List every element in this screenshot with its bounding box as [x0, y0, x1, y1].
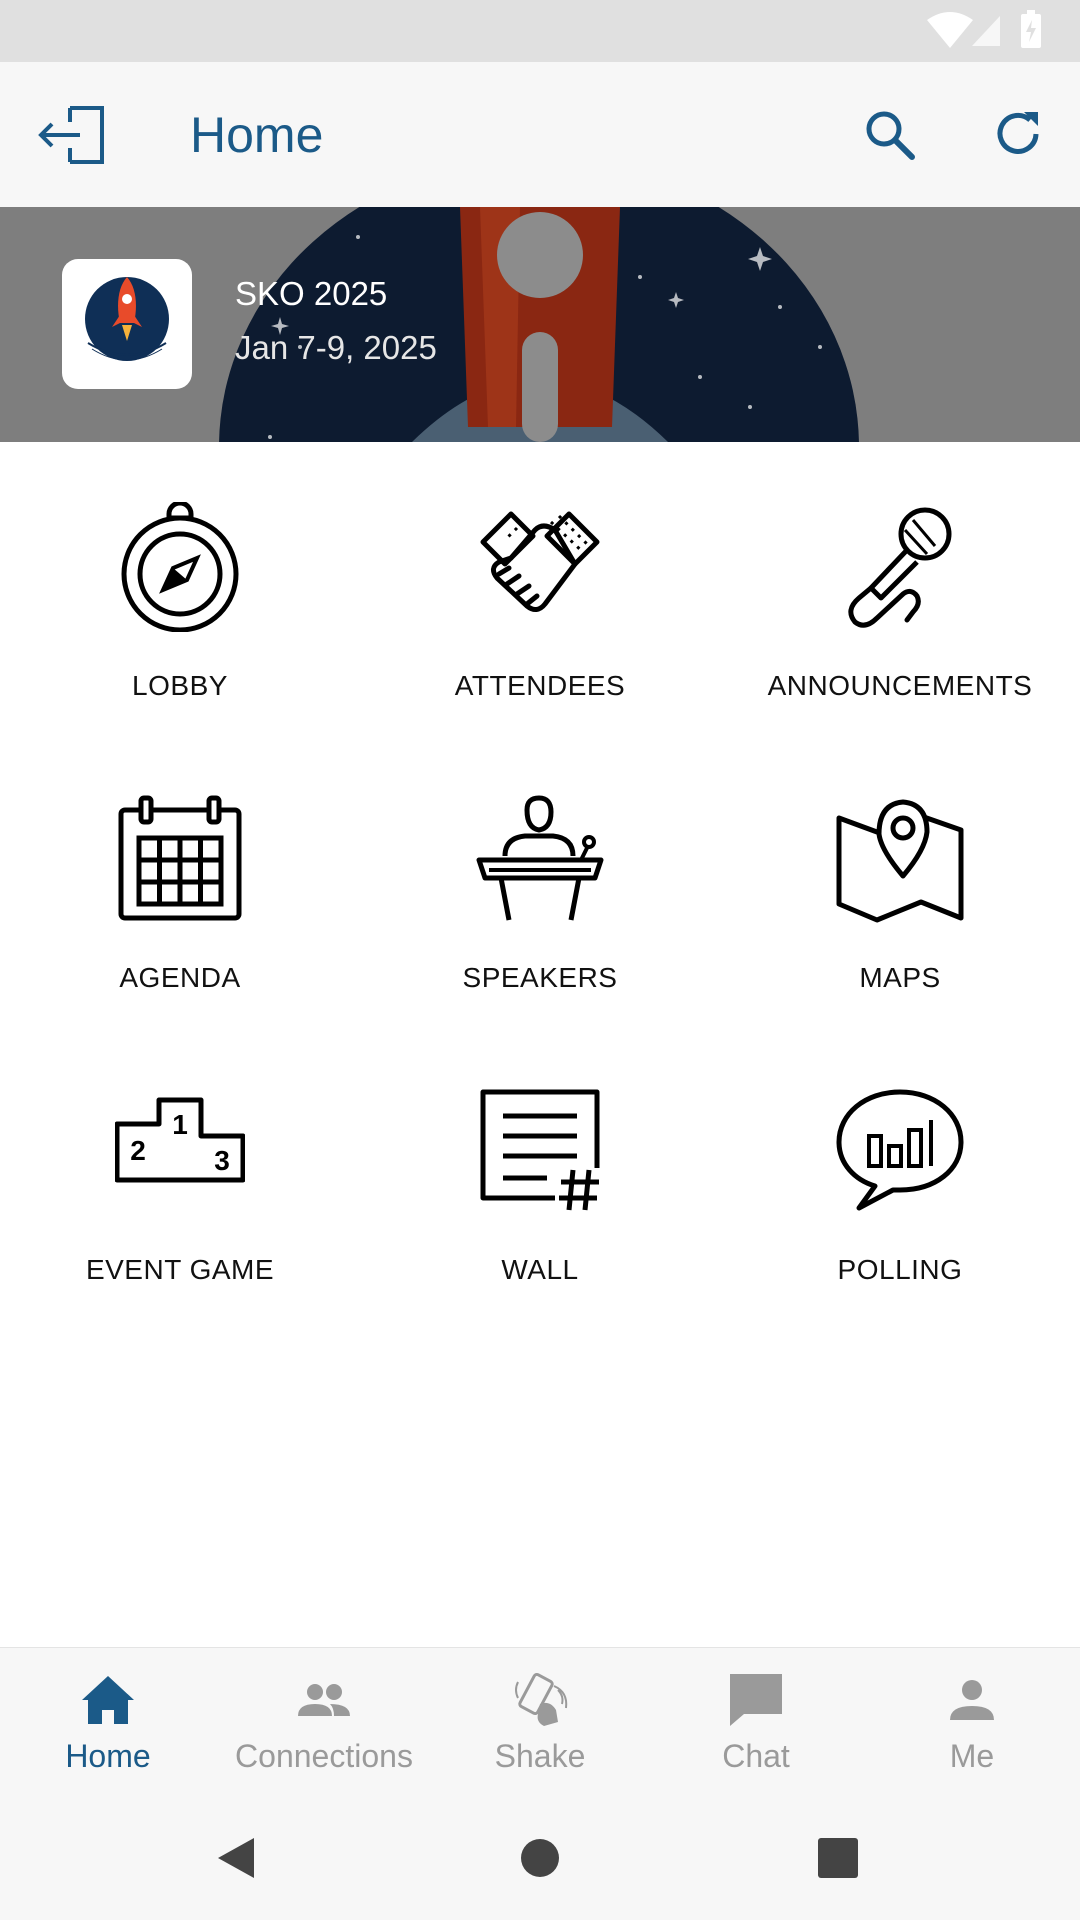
wall-post-hashtag-icon	[480, 1089, 600, 1211]
nav-connections[interactable]: Connections	[216, 1648, 432, 1793]
back-icon[interactable]	[214, 1836, 258, 1880]
nav-shake[interactable]: Shake	[432, 1648, 648, 1793]
nav-me[interactable]: Me	[864, 1648, 1080, 1793]
tile-label: LOBBY	[132, 670, 228, 701]
tile-wall[interactable]: WALL	[360, 1026, 720, 1318]
page-title: Home	[190, 107, 324, 163]
people-icon	[298, 1684, 350, 1716]
person-icon	[950, 1680, 994, 1720]
nav-label: Home	[65, 1738, 151, 1774]
refresh-icon[interactable]	[990, 106, 1046, 162]
chat-bubble-icon	[730, 1674, 782, 1726]
home-icon	[82, 1676, 134, 1724]
home-circle-icon[interactable]	[520, 1838, 560, 1878]
nav-label: Shake	[494, 1738, 586, 1774]
tile-polling[interactable]: POLLING	[720, 1026, 1080, 1318]
svg-text:1: 1	[172, 1109, 188, 1140]
nav-chat[interactable]: Chat	[648, 1648, 864, 1793]
microphone-icon	[848, 507, 952, 628]
tile-agenda[interactable]: AGENDA	[0, 734, 360, 1026]
tile-label: WALL	[501, 1254, 579, 1285]
nav-label: Me	[949, 1738, 995, 1774]
logout-icon[interactable]	[36, 102, 106, 168]
recents-square-icon[interactable]	[818, 1838, 858, 1878]
svg-text:3: 3	[214, 1145, 230, 1176]
tile-attendees[interactable]: ATTENDEES	[360, 442, 720, 734]
tile-announcements[interactable]: ANNOUNCEMENTS	[720, 442, 1080, 734]
battery-icon	[1021, 10, 1041, 48]
event-banner[interactable]: SKO 2025 Jan 7-9, 2025	[0, 207, 1080, 442]
chat-bar-chart-icon	[836, 1089, 964, 1211]
event-dates: Jan 7-9, 2025	[235, 329, 437, 366]
tile-label: SPEAKERS	[462, 962, 618, 993]
tile-maps[interactable]: MAPS	[720, 734, 1080, 1026]
tile-label: EVENT GAME	[85, 1254, 275, 1285]
search-icon[interactable]	[862, 107, 918, 163]
map-pin-icon	[836, 799, 964, 923]
tile-event-game[interactable]: 1 2 3 EVENT GAME	[0, 1026, 360, 1318]
compass-icon	[121, 502, 239, 632]
tile-label: ANNOUNCEMENTS	[767, 670, 1033, 701]
nav-label: Chat	[722, 1738, 790, 1774]
status-bar	[0, 0, 1080, 62]
event-name: SKO 2025	[235, 275, 388, 312]
tile-label: MAPS	[859, 962, 941, 993]
podium-speaker-icon	[476, 795, 604, 921]
podium-ranking-icon: 1 2 3	[115, 1097, 245, 1183]
tile-label: POLLING	[837, 1254, 963, 1285]
svg-text:2: 2	[130, 1135, 146, 1166]
tile-lobby[interactable]: LOBBY	[0, 442, 360, 734]
cell-signal-icon	[972, 16, 1000, 46]
app-bar: Home	[0, 62, 1080, 207]
event-logo	[62, 259, 192, 389]
calendar-icon	[118, 795, 242, 921]
shake-phone-icon	[515, 1672, 568, 1726]
handshake-icon	[480, 511, 600, 612]
tile-label: ATTENDEES	[454, 670, 626, 701]
nav-label: Connections	[235, 1738, 413, 1774]
tile-label: AGENDA	[119, 962, 241, 993]
bottom-nav: Home Connections Shake Chat Me	[0, 1647, 1080, 1794]
tile-speakers[interactable]: SPEAKERS	[360, 734, 720, 1026]
system-nav-bar	[0, 1793, 1080, 1920]
nav-home[interactable]: Home	[0, 1648, 216, 1793]
